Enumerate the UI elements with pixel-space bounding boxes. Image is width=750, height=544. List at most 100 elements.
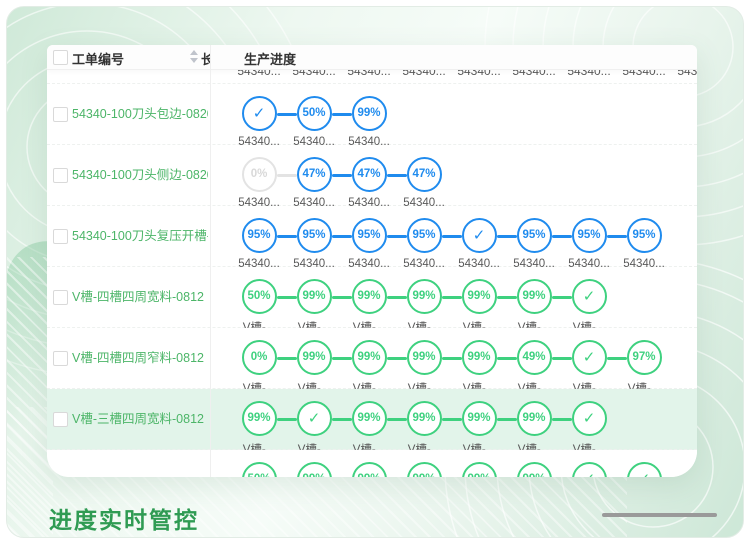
work-order-name[interactable]: V槽-三槽四周宽料-0812 <box>72 389 208 449</box>
progress-node[interactable]: 99% <box>516 401 552 436</box>
progress-node[interactable]: 99% <box>516 462 552 477</box>
progress-step: 95% 54340... <box>341 218 397 270</box>
progress-step: 99%V槽-... <box>286 340 342 396</box>
table-row[interactable]: 54340-100刀头包边-0820 ✓ 54340... 50% 54340... 99… <box>47 84 697 148</box>
progress-step: ✓ <box>616 462 672 477</box>
progress-node[interactable]: 95% <box>241 218 277 253</box>
progress-node-check-icon[interactable]: ✓ <box>571 401 607 436</box>
progress-node-check-icon[interactable]: ✓ <box>296 401 332 436</box>
progress-node[interactable]: 50% <box>241 462 277 477</box>
table-row[interactable]: 50% 99% 99% 99% 99% 99% ✓ ✓ <box>47 450 697 477</box>
page-title: 进度实时管控 <box>49 507 199 533</box>
progress-node-check-icon[interactable]: ✓ <box>626 462 662 477</box>
progress-step: 47% 54340... <box>396 157 452 209</box>
row-checkbox[interactable] <box>53 412 68 427</box>
progress-node[interactable]: 50% <box>296 96 332 131</box>
clipped-step-label: 54340... <box>567 70 611 78</box>
row-checkbox[interactable] <box>53 107 68 122</box>
clipped-row-labels: 54340... 54340... 54340... 54340... 54340...… <box>47 70 697 84</box>
progress-node[interactable]: 97% <box>626 340 662 375</box>
progress-node[interactable]: 99% <box>241 401 277 436</box>
progress-node[interactable]: 99% <box>351 401 387 436</box>
work-order-name[interactable]: 54340-100刀头侧边-0820 <box>72 145 208 205</box>
progress-step: 49%V槽-... <box>506 340 562 396</box>
progress-node[interactable]: 99% <box>351 279 387 314</box>
progress-node[interactable]: 95% <box>296 218 332 253</box>
row-checkbox[interactable] <box>53 290 68 305</box>
progress-step: 99%V槽-... <box>451 340 507 396</box>
progress-step: 95% 54340... <box>561 218 617 270</box>
progress-node[interactable]: 99% <box>296 340 332 375</box>
progress-node[interactable]: 99% <box>406 340 442 375</box>
progress-node[interactable]: 99% <box>461 462 497 477</box>
progress-step: 99%V槽-... <box>286 279 342 335</box>
table-row[interactable]: V槽-四槽四周宽料-081250%V槽-...99%V槽-...99%V槽-..… <box>47 267 697 334</box>
progress-step: 99%V槽-... <box>231 401 287 457</box>
progress-step: 0% 54340... <box>231 157 287 209</box>
progress-node[interactable]: 50% <box>241 279 277 314</box>
progress-node[interactable]: 99% <box>461 401 497 436</box>
progress-node[interactable]: 47% <box>406 157 442 192</box>
work-order-name[interactable]: 54340-100刀头包边-0820 <box>72 84 208 144</box>
sort-carets-icon[interactable] <box>190 49 200 65</box>
table-row[interactable]: 54340-100刀头侧边-0820 0% 54340... 47% 54340... 4… <box>47 145 697 209</box>
progress-step: 99%V槽-... <box>396 279 452 335</box>
progress-step: ✓ 54340... <box>451 218 507 270</box>
progress-node[interactable]: 99% <box>351 340 387 375</box>
progress-node[interactable]: 95% <box>516 218 552 253</box>
progress-step: 95% 54340... <box>286 218 342 270</box>
progress-step: 99% <box>341 462 397 477</box>
progress-node[interactable]: 99% <box>351 462 387 477</box>
progress-node[interactable]: 99% <box>461 279 497 314</box>
progress-step: 99% <box>396 462 452 477</box>
table-body: 54340-100刀头包边-0820 ✓ 54340... 50% 54340... 99… <box>47 84 697 477</box>
progress-step: 99% <box>506 462 562 477</box>
progress-node[interactable]: 0% <box>241 157 277 192</box>
progress-node-check-icon[interactable]: ✓ <box>571 340 607 375</box>
progress-step: 99%V槽-... <box>451 401 507 457</box>
progress-step: 99% <box>451 462 507 477</box>
progress-node[interactable]: 99% <box>406 401 442 436</box>
progress-step: 95% 54340... <box>506 218 562 270</box>
clipped-step-label: 54340... <box>457 70 501 78</box>
progress-step: 50%V槽-... <box>231 279 287 335</box>
fixed-column-divider <box>210 45 211 477</box>
progress-node[interactable]: 47% <box>296 157 332 192</box>
progress-node[interactable]: 49% <box>516 340 552 375</box>
progress-step: 99%V槽-... <box>396 340 452 396</box>
progress-node-check-icon[interactable]: ✓ <box>571 279 607 314</box>
work-order-name[interactable]: 54340-100刀头复压开槽-0... <box>72 206 208 266</box>
work-order-name[interactable]: V槽-四槽四周宽料-0812 <box>72 267 208 327</box>
progress-node[interactable]: 99% <box>406 462 442 477</box>
row-checkbox[interactable] <box>53 229 68 244</box>
progress-node[interactable]: 95% <box>571 218 607 253</box>
table-row[interactable]: V槽-三槽四周宽料-081299%V槽-...✓V槽-...99%V槽-...9… <box>47 389 697 456</box>
select-all-checkbox[interactable] <box>53 50 68 65</box>
work-order-name[interactable]: V槽-四槽四周窄料-0812 <box>72 328 208 388</box>
progress-node[interactable]: 99% <box>461 340 497 375</box>
progress-node-check-icon[interactable]: ✓ <box>461 218 497 253</box>
progress-node[interactable]: 99% <box>351 96 387 131</box>
progress-step: 99%V槽-... <box>506 401 562 457</box>
progress-node-check-icon[interactable]: ✓ <box>571 462 607 477</box>
progress-node-check-icon[interactable]: ✓ <box>241 96 277 131</box>
table-row[interactable]: V槽-四槽四周窄料-08120%V槽-...99%V槽-...99%V槽-...… <box>47 328 697 395</box>
progress-node[interactable]: 95% <box>626 218 662 253</box>
progress-step: 99%V槽-... <box>451 279 507 335</box>
progress-step: ✓V槽-... <box>561 401 617 457</box>
progress-node[interactable]: 47% <box>351 157 387 192</box>
progress-node[interactable]: 95% <box>351 218 387 253</box>
progress-node[interactable]: 0% <box>241 340 277 375</box>
progress-step: 47% 54340... <box>286 157 342 209</box>
progress-step: 0%V槽-... <box>231 340 287 396</box>
progress-step: 99% 54340... <box>341 96 397 148</box>
progress-node[interactable]: 99% <box>406 279 442 314</box>
progress-node[interactable]: 99% <box>296 279 332 314</box>
table-row[interactable]: 54340-100刀头复压开槽-0...95%54340...95%54340.… <box>47 206 697 270</box>
row-checkbox[interactable] <box>53 168 68 183</box>
progress-node[interactable]: 95% <box>406 218 442 253</box>
row-checkbox[interactable] <box>53 351 68 366</box>
progress-node[interactable]: 99% <box>296 462 332 477</box>
progress-step: ✓V槽-... <box>286 401 342 457</box>
progress-node[interactable]: 99% <box>516 279 552 314</box>
